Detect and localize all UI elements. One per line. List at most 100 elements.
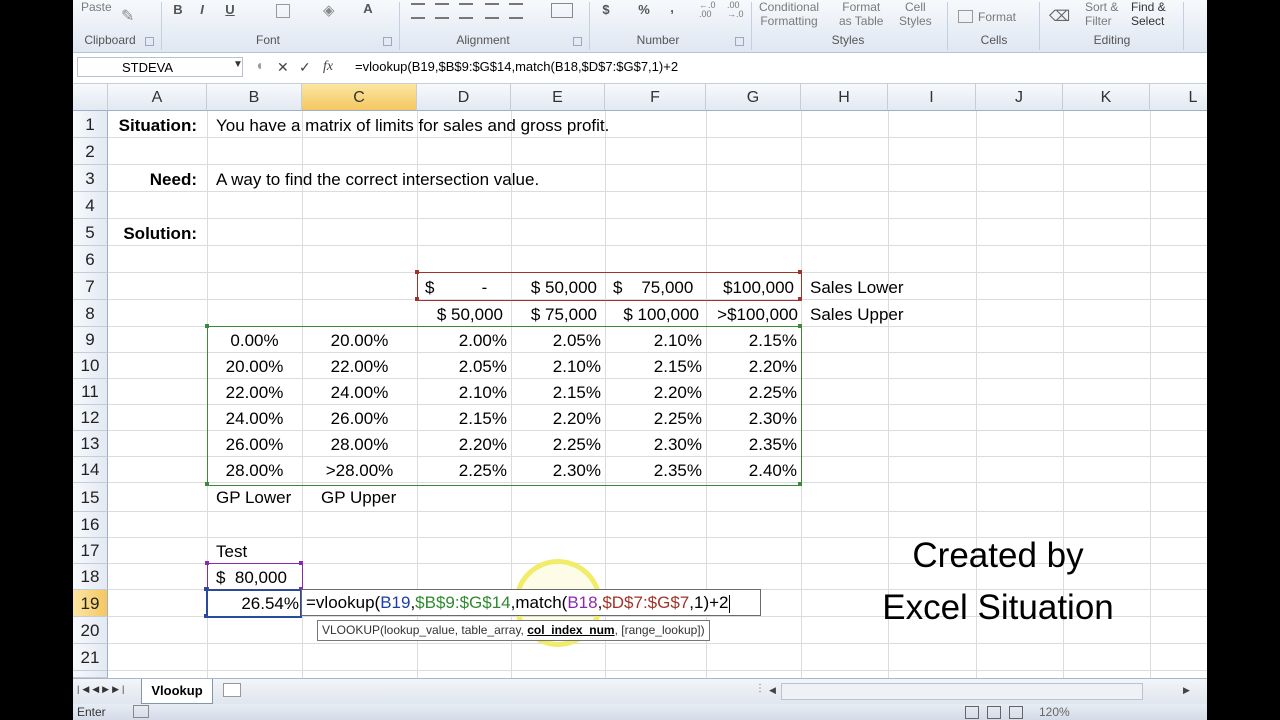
row-header[interactable]: 5: [73, 219, 108, 246]
conditional-formatting-button[interactable]: Conditional Formatting: [759, 0, 819, 28]
row-header[interactable]: 20: [73, 617, 108, 644]
column-header-k[interactable]: K: [1063, 84, 1150, 111]
column-header-d[interactable]: D: [417, 84, 511, 111]
insert-sheet-icon[interactable]: [223, 683, 241, 697]
cell-b1[interactable]: You have a matrix of limits for sales an…: [216, 116, 609, 136]
zoom-level[interactable]: 120%: [1039, 705, 1070, 719]
sheet-tab-vlookup[interactable]: Vlookup: [141, 679, 213, 704]
row-header[interactable]: 10: [73, 353, 108, 379]
cell-h8[interactable]: Sales Upper: [810, 305, 904, 325]
scroll-left-icon[interactable]: ◀: [769, 685, 776, 696]
font-launcher-icon[interactable]: [383, 37, 392, 46]
cancel-entry-button[interactable]: ✕: [277, 59, 289, 76]
tab-split-handle-icon[interactable]: ⋮: [755, 683, 765, 694]
page-layout-view-icon[interactable]: [987, 706, 1001, 719]
bold-button[interactable]: B: [169, 2, 187, 17]
merge-center-icon[interactable]: [551, 3, 573, 18]
decrease-indent-icon[interactable]: [485, 3, 499, 19]
column-header-a[interactable]: A: [108, 84, 207, 111]
percent-button[interactable]: %: [635, 2, 653, 17]
insert-function-button[interactable]: fx: [323, 59, 333, 75]
number-launcher-icon[interactable]: [735, 37, 744, 46]
cell-a3[interactable]: Need:: [108, 170, 197, 190]
formula-input[interactable]: =vlookup(B19,$B$9:$G$14,match(B18,$D$7:$…: [355, 59, 678, 74]
row-header[interactable]: 4: [73, 192, 108, 219]
row-header[interactable]: 8: [73, 300, 108, 327]
currency-button[interactable]: $: [597, 2, 615, 17]
cell-b3[interactable]: A way to find the correct intersection v…: [216, 170, 539, 190]
formula-bar-handle-icon[interactable]: ◖: [255, 57, 263, 73]
tooltip-current-arg[interactable]: col_index_num: [527, 623, 614, 637]
align-left-icon[interactable]: [411, 3, 425, 19]
row-header[interactable]: 15: [73, 483, 108, 512]
paste-button[interactable]: Paste: [81, 0, 112, 14]
range-handle[interactable]: [415, 270, 419, 274]
range-handle[interactable]: [204, 587, 208, 591]
row-header[interactable]: 18: [73, 564, 108, 590]
page-break-view-icon[interactable]: [1009, 706, 1023, 719]
fill-color-icon[interactable]: ◈: [323, 1, 335, 19]
column-header-e[interactable]: E: [511, 84, 605, 111]
cell-b15[interactable]: GP Lower: [216, 488, 291, 508]
range-handle[interactable]: [299, 561, 303, 565]
macro-record-icon[interactable]: [133, 705, 149, 718]
row-header[interactable]: 11: [73, 379, 108, 405]
row-header[interactable]: 17: [73, 538, 108, 564]
format-as-table-button[interactable]: Format as Table: [839, 0, 883, 28]
increase-decimal-icon[interactable]: ←.0.00: [699, 1, 716, 19]
scroll-right-icon[interactable]: ▶: [1183, 685, 1190, 696]
find-select-button[interactable]: Find & Select: [1131, 0, 1166, 28]
column-header-i[interactable]: I: [888, 84, 976, 111]
row-header[interactable]: 16: [73, 512, 108, 538]
range-handle[interactable]: [204, 614, 208, 618]
decrease-decimal-icon[interactable]: .00 →.0: [727, 1, 744, 19]
italic-button[interactable]: I: [193, 2, 211, 17]
range-handle[interactable]: [205, 482, 209, 486]
row-header[interactable]: 14: [73, 457, 108, 483]
cell-a5[interactable]: Solution:: [108, 224, 197, 244]
format-button[interactable]: Format: [978, 10, 1016, 24]
align-center-icon[interactable]: [435, 3, 449, 19]
column-header-f[interactable]: F: [605, 84, 706, 111]
select-all-corner[interactable]: [73, 84, 108, 111]
cell-c15[interactable]: GP Upper: [321, 488, 396, 508]
comma-button[interactable]: ,: [663, 0, 681, 15]
column-header-j[interactable]: J: [976, 84, 1063, 111]
cell-h7[interactable]: Sales Lower: [810, 278, 904, 298]
cell-b17[interactable]: Test: [216, 542, 247, 562]
column-header-h[interactable]: H: [801, 84, 888, 111]
column-header-l[interactable]: L: [1150, 84, 1207, 111]
cell-styles-button[interactable]: Cell Styles: [899, 0, 932, 28]
cell-a1[interactable]: Situation:: [108, 116, 197, 136]
active-cell-editor[interactable]: =vlookup(B19,$B$9:$G$14,match(B18,$D$7:$…: [301, 589, 761, 616]
sheet-nav-arrows-icon[interactable]: |◀◀▶▶|: [77, 684, 127, 695]
row-header[interactable]: 9: [73, 327, 108, 353]
borders-icon[interactable]: [276, 4, 290, 18]
format-painter-icon[interactable]: ✎: [121, 6, 134, 26]
horizontal-scrollbar-thumb[interactable]: [781, 683, 1143, 700]
range-handle[interactable]: [798, 482, 802, 486]
row-header-selected[interactable]: 19: [73, 590, 108, 617]
column-header-b[interactable]: B: [207, 84, 302, 111]
alignment-launcher-icon[interactable]: [573, 37, 582, 46]
row-header[interactable]: 7: [73, 273, 108, 300]
range-handle[interactable]: [798, 270, 802, 274]
range-handle[interactable]: [798, 297, 802, 301]
row-header[interactable]: 2: [73, 138, 108, 165]
range-handle[interactable]: [798, 324, 802, 328]
column-header-g[interactable]: G: [706, 84, 801, 111]
increase-indent-icon[interactable]: [509, 3, 523, 19]
range-handle[interactable]: [205, 324, 209, 328]
sort-filter-button[interactable]: Sort & Filter: [1085, 0, 1118, 28]
row-header[interactable]: 12: [73, 405, 108, 431]
row-header[interactable]: 3: [73, 165, 108, 192]
cell-f8[interactable]: $ 100,000: [605, 305, 699, 325]
clipboard-launcher-icon[interactable]: [145, 37, 154, 46]
row-header[interactable]: 13: [73, 431, 108, 457]
row-header[interactable]: 21: [73, 644, 108, 671]
cell-d8[interactable]: $ 50,000: [417, 305, 503, 325]
normal-view-icon[interactable]: [965, 706, 979, 719]
name-box-dropdown-icon[interactable]: ▼: [233, 59, 243, 70]
cell-g8[interactable]: >$100,000: [706, 305, 798, 325]
range-handle[interactable]: [415, 297, 419, 301]
